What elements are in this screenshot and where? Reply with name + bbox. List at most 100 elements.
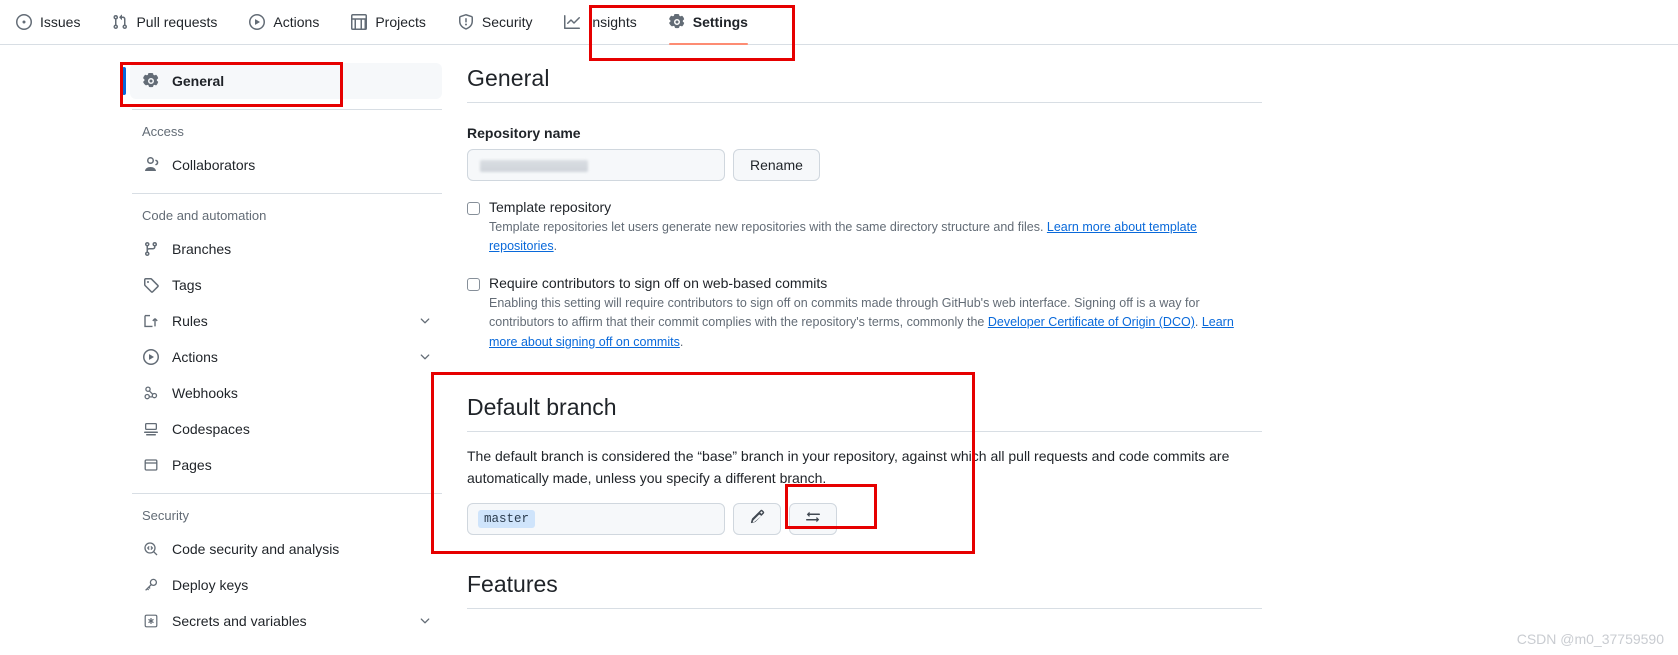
sidebar-item-collaborators[interactable]: Collaborators [130, 147, 442, 183]
chevron-down-icon[interactable] [418, 614, 432, 628]
rename-button[interactable]: Rename [733, 149, 820, 181]
template-repository-setting: Template repository Template repositorie… [467, 199, 1262, 257]
default-branch-section: Default branch The default branch is con… [467, 393, 1262, 536]
sidebar-item-deploy-keys[interactable]: Deploy keys [130, 567, 442, 603]
sidebar-divider [132, 493, 442, 494]
default-branch-row: master [467, 503, 1262, 536]
description-text: Template repositories let users generate… [489, 220, 1047, 234]
description-text-end: . [553, 239, 558, 254]
repository-name-row: Rename [467, 149, 1262, 181]
page-title: General [467, 65, 550, 91]
sidebar-item-label: Secrets and variables [172, 613, 307, 629]
switch-default-branch-button[interactable] [789, 503, 837, 536]
codespaces-icon [142, 421, 160, 437]
people-icon [142, 157, 160, 173]
nav-item-projects[interactable]: Projects [335, 0, 442, 45]
repository-nav: Issues Pull requests Actions Projects Se… [0, 0, 1678, 45]
rules-icon [142, 313, 160, 329]
nav-item-label: Projects [375, 14, 426, 30]
nav-item-pull-requests[interactable]: Pull requests [96, 0, 233, 45]
sidebar-item-rules[interactable]: Rules [130, 303, 442, 339]
sidebar-group-heading-code-and-automation: Code and automation [142, 208, 267, 223]
sidebar-item-label: Actions [172, 349, 218, 365]
sidebar-item-label: Pages [172, 457, 212, 473]
repository-name-label: Repository name [467, 125, 581, 141]
section-divider [467, 608, 1262, 610]
git-pull-request-icon [112, 14, 128, 30]
sidebar-item-label: Deploy keys [172, 577, 249, 593]
chevron-down-icon[interactable] [418, 314, 432, 328]
require-signoff-checkbox[interactable] [467, 277, 480, 291]
nav-item-label: Issues [40, 14, 81, 30]
table-icon [351, 14, 368, 30]
settings-main-content: General Repository name Rename Template … [467, 65, 1262, 610]
code-scan-icon [142, 541, 160, 557]
sidebar-group-heading-access: Access [142, 124, 184, 139]
sidebar-item-label: Code security and analysis [172, 541, 340, 557]
sidebar-item-label: Branches [172, 241, 232, 257]
issue-opened-icon [16, 14, 32, 30]
settings-page: General Access Collaborators Code and au… [0, 45, 1678, 655]
nav-item-issues[interactable]: Issues [0, 0, 96, 45]
nav-item-label: Insights [588, 14, 637, 30]
sidebar-group-heading-security: Security [142, 508, 189, 523]
require-signoff-label: Require contributors to sign off on web-… [489, 274, 828, 291]
sidebar-item-pages[interactable]: Pages [130, 447, 442, 483]
repository-name-input[interactable] [467, 149, 725, 181]
section-divider [467, 430, 1262, 432]
nav-item-label: Settings [692, 14, 748, 30]
sidebar-item-tags[interactable]: Tags [130, 267, 442, 303]
default-branch-input[interactable]: master [467, 503, 725, 536]
settings-sidebar: General Access Collaborators Code and au… [122, 63, 442, 639]
sidebar-item-webhooks[interactable]: Webhooks [130, 375, 442, 411]
nav-item-settings[interactable]: Settings [653, 0, 764, 45]
sidebar-item-label: Codespaces [172, 421, 250, 437]
nav-item-security[interactable]: Security [442, 0, 549, 45]
nav-item-label: Pull requests [136, 14, 218, 30]
gear-icon [142, 73, 160, 89]
sidebar-item-general[interactable]: General [122, 63, 442, 99]
sidebar-item-branches[interactable]: Branches [130, 231, 442, 267]
features-section: Features [467, 571, 1262, 610]
git-branch-icon [142, 241, 160, 257]
description-text-end: . [679, 334, 684, 349]
template-repository-label: Template repository [489, 199, 612, 215]
edit-default-branch-button[interactable] [733, 503, 781, 536]
sidebar-item-secrets-and-variables[interactable]: Secrets and variables [130, 603, 442, 639]
default-branch-description: The default branch is considered the “ba… [467, 447, 1230, 486]
arrow-switch-icon [805, 509, 821, 530]
nav-item-label: Security [481, 14, 533, 30]
section-divider [467, 102, 1262, 103]
nav-item-actions[interactable]: Actions [233, 0, 335, 45]
gear-icon [668, 14, 685, 30]
play-icon [142, 349, 160, 365]
redacted-value [480, 160, 588, 172]
template-repository-checkbox[interactable] [467, 202, 480, 215]
sidebar-item-code-security-and-analysis[interactable]: Code security and analysis [130, 531, 442, 567]
browser-icon [142, 457, 160, 473]
nav-item-insights[interactable]: Insights [548, 0, 652, 45]
sidebar-item-label: Collaborators [172, 157, 256, 173]
sidebar-item-label: Webhooks [172, 385, 238, 401]
pencil-icon [750, 509, 765, 529]
shield-icon [458, 14, 474, 30]
sidebar-item-actions[interactable]: Actions [130, 339, 442, 375]
sidebar-item-label: Tags [172, 277, 202, 293]
sidebar-item-codespaces[interactable]: Codespaces [130, 411, 442, 447]
key-icon [142, 577, 160, 593]
default-branch-name: master [478, 510, 536, 529]
play-icon [249, 14, 266, 30]
require-signoff-description: Enabling this setting will require contr… [489, 294, 1259, 352]
asterisk-box-icon [142, 613, 160, 629]
chevron-down-icon[interactable] [418, 350, 432, 364]
graph-icon [564, 14, 581, 30]
features-title: Features [467, 571, 558, 598]
description-text-mid: . [1194, 315, 1202, 330]
require-signoff-setting: Require contributors to sign off on web-… [467, 275, 1262, 352]
watermark: CSDN @m0_37759590 [1516, 631, 1664, 647]
dco-link[interactable]: Developer Certificate of Origin (DCO) [988, 315, 1195, 329]
sidebar-item-label: General [172, 73, 225, 89]
template-repository-description: Template repositories let users generate… [489, 218, 1259, 257]
webhook-icon [142, 385, 160, 401]
default-branch-title: Default branch [467, 393, 617, 420]
